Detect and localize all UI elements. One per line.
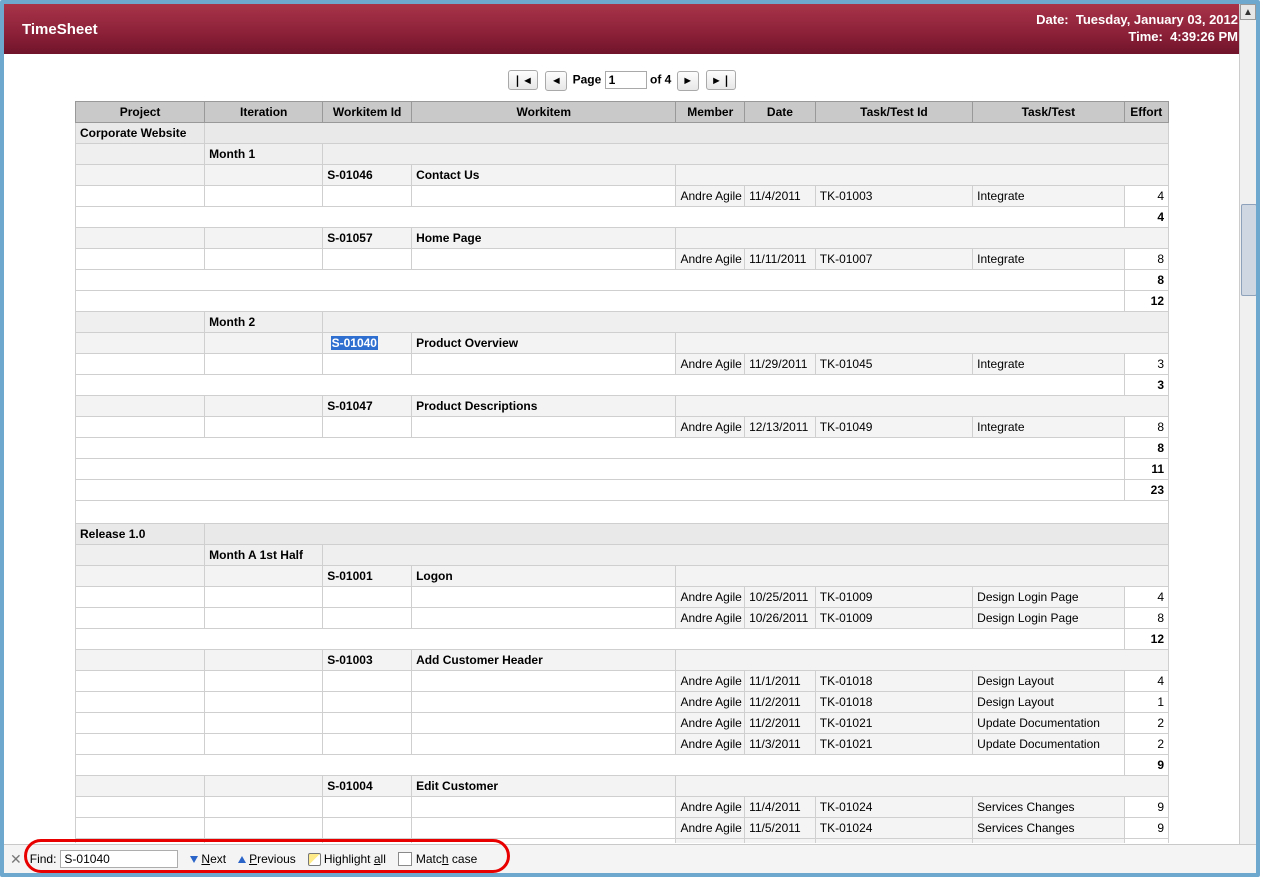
col-task: Task/Test: [973, 101, 1124, 122]
pager-first-button[interactable]: ❘◄: [508, 70, 538, 90]
scroll-thumb[interactable]: [1241, 204, 1257, 296]
table-row: Andre Agile11/4/2011TK-01024Services Cha…: [76, 796, 1169, 817]
pager-next-button[interactable]: ►: [677, 71, 699, 91]
table-row: Andre Agile11/5/2011TK-01024Services Cha…: [76, 817, 1169, 838]
table-row: 11: [76, 458, 1169, 479]
find-next-button[interactable]: Next: [190, 852, 226, 866]
find-close-icon[interactable]: ✕: [10, 851, 22, 868]
col-workitem_id: Workitem Id: [323, 101, 412, 122]
header-bar: TimeSheet Date: Tuesday, January 03, 201…: [4, 4, 1256, 54]
col-date: Date: [745, 101, 816, 122]
find-previous-button[interactable]: Previous: [238, 852, 296, 866]
match-case-checkbox[interactable]: Match case: [398, 852, 477, 866]
report-viewport: ❘◄ ◄ Page of 4 ► ►❘ ProjectIterationWork…: [4, 54, 1240, 843]
table-row: 12: [76, 290, 1169, 311]
pager-page-label: Page: [573, 73, 602, 87]
table-row: 9: [76, 754, 1169, 775]
table-row: S-01001Logon: [76, 565, 1169, 586]
table-row: S-01004Edit Customer: [76, 775, 1169, 796]
table-row: Month 2: [76, 311, 1169, 332]
find-input[interactable]: [60, 850, 178, 868]
col-member: Member: [676, 101, 745, 122]
col-task_id: Task/Test Id: [815, 101, 972, 122]
table-row: Month A 1st Half: [76, 544, 1169, 565]
col-workitem: Workitem: [412, 101, 676, 122]
table-row: 4: [76, 206, 1169, 227]
table-row: S-01003Add Customer Header: [76, 649, 1169, 670]
table-row: Andre Agile11/6/2011TK-01024Services Cha…: [76, 838, 1169, 843]
scroll-up-arrow-icon[interactable]: ▲: [1240, 4, 1256, 20]
pager-last-button[interactable]: ►❘: [706, 70, 736, 90]
table-row: Andre Agile10/26/2011TK-01009Design Logi…: [76, 607, 1169, 628]
timesheet-table: ProjectIterationWorkitem IdWorkitemMembe…: [75, 101, 1169, 844]
table-row: Andre Agile11/1/2011TK-01018Design Layou…: [76, 670, 1169, 691]
table-row: 12: [76, 628, 1169, 649]
table-row: 8: [76, 437, 1169, 458]
app-title: TimeSheet: [22, 21, 98, 38]
col-project: Project: [76, 101, 205, 122]
pager-of-label: of: [650, 73, 661, 87]
table-row: Andre Agile12/13/2011TK-01049Integrate8: [76, 416, 1169, 437]
table-row: 8: [76, 269, 1169, 290]
table-row: S-01047Product Descriptions: [76, 395, 1169, 416]
arrow-up-icon: [238, 856, 246, 863]
table-row: S-01057Home Page: [76, 227, 1169, 248]
arrow-down-icon: [190, 856, 198, 863]
table-row: Andre Agile11/3/2011TK-01021Update Docum…: [76, 733, 1169, 754]
table-row: Andre Agile11/29/2011TK-01045Integrate3: [76, 353, 1169, 374]
table-row: Release 1.0: [76, 523, 1169, 544]
col-effort: Effort: [1124, 101, 1168, 122]
table-row: 23: [76, 479, 1169, 500]
table-row: Andre Agile11/4/2011TK-01003Integrate4: [76, 185, 1169, 206]
table-row: Andre Agile10/25/2011TK-01009Design Logi…: [76, 586, 1169, 607]
vertical-scrollbar[interactable]: ▲ ▼: [1239, 4, 1256, 873]
table-header-row: ProjectIterationWorkitem IdWorkitemMembe…: [76, 101, 1169, 122]
table-row: Month 1: [76, 143, 1169, 164]
table-row: S-01040Product Overview: [76, 332, 1169, 353]
table-row: Andre Agile11/11/2011TK-01007Integrate8: [76, 248, 1169, 269]
highlight-all-button[interactable]: Highlight all: [308, 852, 386, 866]
table-row: Andre Agile11/2/2011TK-01021Update Docum…: [76, 712, 1169, 733]
pager-page-input[interactable]: [605, 71, 647, 89]
find-bar: ✕ Find: Next Previous Highlight all Matc…: [4, 844, 1256, 873]
header-datetime: Date: Tuesday, January 03, 2012 Time: 4:…: [1036, 12, 1238, 46]
table-row: S-01046Contact Us: [76, 164, 1169, 185]
find-label: Find:: [30, 852, 57, 866]
table-row: Corporate Website: [76, 122, 1169, 143]
col-iteration: Iteration: [205, 101, 323, 122]
highlight-icon: [308, 853, 321, 866]
checkbox-icon: [398, 852, 412, 866]
pager-total: 4: [665, 73, 672, 87]
table-row: 3: [76, 374, 1169, 395]
pager: ❘◄ ◄ Page of 4 ► ►❘: [4, 70, 1240, 91]
pager-prev-button[interactable]: ◄: [545, 71, 567, 91]
table-row: Andre Agile11/2/2011TK-01018Design Layou…: [76, 691, 1169, 712]
table-row: [76, 500, 1169, 523]
